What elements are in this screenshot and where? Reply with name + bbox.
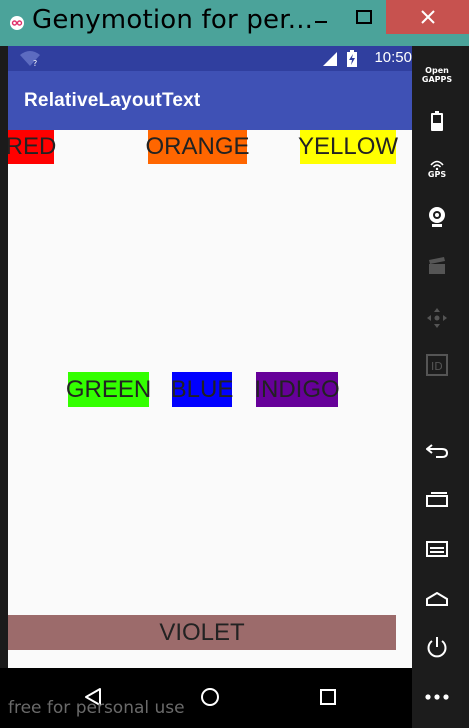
watermark-text: free for personal use bbox=[8, 698, 185, 718]
genymotion-window: Genymotion for per... ? 10:50 RelativeLa… bbox=[0, 0, 469, 728]
menu-button[interactable] bbox=[412, 534, 462, 564]
back-arrow-icon bbox=[426, 444, 448, 458]
home-button[interactable] bbox=[412, 584, 462, 614]
maximize-icon bbox=[356, 10, 372, 24]
relative-layout: RED ORANGE YELLOW GREEN BLUE INDIGO VIOL… bbox=[8, 130, 412, 668]
close-button[interactable] bbox=[386, 0, 469, 34]
open-gapps-button[interactable]: Open GAPPS bbox=[412, 60, 462, 90]
blue-textview: BLUE bbox=[171, 372, 233, 407]
battery-charging-icon bbox=[347, 50, 357, 67]
webcam-icon bbox=[429, 207, 445, 227]
red-textview: RED bbox=[8, 130, 56, 164]
nav-home-icon bbox=[201, 688, 219, 706]
genymotion-logo-icon bbox=[10, 16, 24, 30]
remote-control-button[interactable] bbox=[412, 304, 462, 332]
device-id-button[interactable]: ID bbox=[412, 350, 462, 380]
green-textview: GREEN bbox=[66, 372, 151, 407]
close-icon bbox=[420, 10, 435, 24]
gps-label: GPS bbox=[427, 169, 447, 179]
nav-home-button[interactable] bbox=[195, 682, 225, 712]
minimize-button[interactable] bbox=[300, 0, 342, 34]
home-icon bbox=[426, 592, 448, 606]
recent-apps-button[interactable] bbox=[412, 484, 462, 514]
gps-icon bbox=[430, 160, 444, 170]
id-icon: ID bbox=[426, 354, 448, 376]
orange-textview: ORANGE bbox=[146, 130, 250, 164]
status-time: 10:50 bbox=[374, 49, 412, 66]
battery-button[interactable] bbox=[412, 106, 462, 136]
yellow-textview: YELLOW bbox=[298, 130, 398, 164]
title-bar[interactable]: Genymotion for per... bbox=[0, 0, 469, 46]
battery-icon bbox=[431, 111, 443, 131]
power-icon bbox=[427, 637, 447, 658]
app-bar: RelativeLayoutText bbox=[8, 71, 412, 130]
open-gapps-label: Open GAPPS bbox=[421, 66, 453, 84]
more-options-button[interactable] bbox=[412, 682, 462, 712]
app-title: RelativeLayoutText bbox=[24, 90, 201, 111]
signal-icon bbox=[323, 52, 337, 66]
menu-icon bbox=[426, 541, 448, 557]
more-dots-icon bbox=[425, 694, 449, 700]
violet-textview: VIOLET bbox=[8, 615, 396, 650]
wifi-icon: ? bbox=[20, 51, 40, 67]
minimize-icon bbox=[315, 21, 327, 23]
screencast-button[interactable] bbox=[412, 252, 462, 280]
genymotion-toolbar: Open GAPPS GPS ID bbox=[412, 46, 462, 728]
back-button[interactable] bbox=[412, 436, 462, 466]
nav-recents-icon bbox=[320, 689, 336, 705]
indigo-textview: INDIGO bbox=[254, 372, 340, 407]
nav-recents-button[interactable] bbox=[313, 682, 343, 712]
device-screen: ? 10:50 RelativeLayoutText RED ORANGE YE… bbox=[8, 46, 412, 668]
status-bar: ? 10:50 bbox=[8, 46, 412, 71]
dpad-icon bbox=[427, 308, 447, 328]
webcam-button[interactable] bbox=[412, 202, 462, 232]
power-button[interactable] bbox=[412, 632, 462, 662]
window-title: Genymotion for per... bbox=[32, 5, 314, 35]
maximize-button[interactable] bbox=[342, 0, 386, 34]
clapperboard-icon bbox=[429, 257, 445, 274]
svg-text:ID: ID bbox=[431, 360, 443, 373]
svg-text:?: ? bbox=[33, 59, 37, 67]
gps-button[interactable]: GPS bbox=[412, 154, 462, 184]
recent-apps-icon bbox=[426, 492, 448, 507]
